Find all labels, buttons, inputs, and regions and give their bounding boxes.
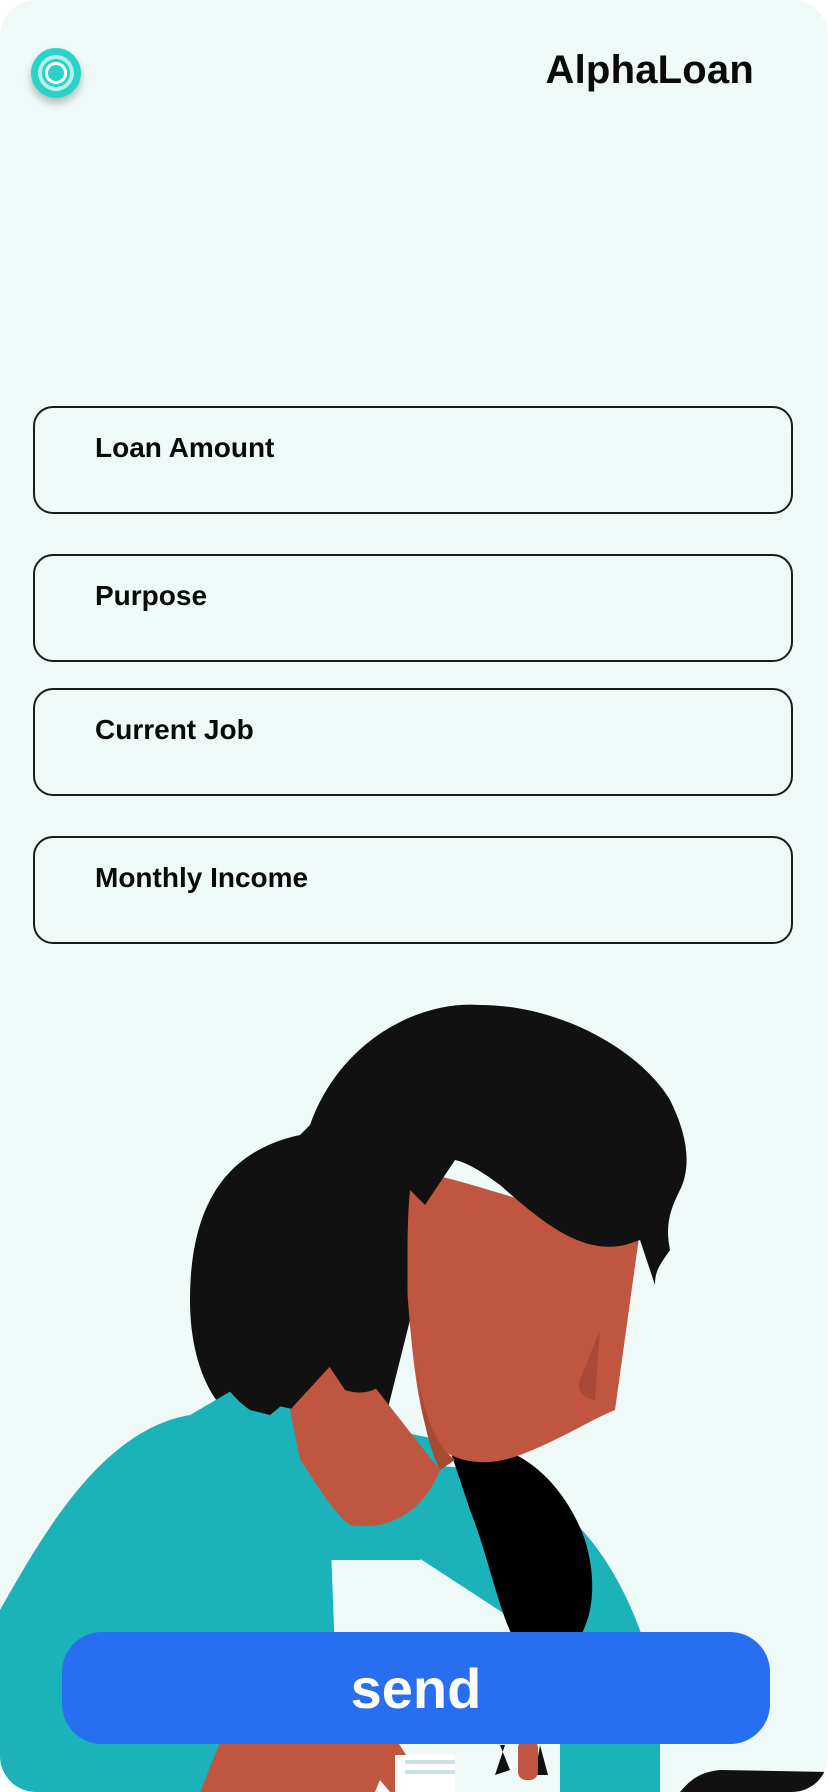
monthly-income-field[interactable]: Monthly Income <box>33 836 793 944</box>
purpose-field[interactable]: Purpose <box>33 554 793 662</box>
purpose-label: Purpose <box>95 580 208 611</box>
app-logo-icon[interactable] <box>31 48 81 98</box>
send-button[interactable]: send <box>62 1632 770 1744</box>
brand-title: AlphaLoan <box>545 48 754 92</box>
monthly-income-label: Monthly Income <box>95 862 309 893</box>
app-screen: AlphaLoan Loan Amount Purpose Current Jo… <box>0 0 828 1792</box>
current-job-label: Current Job <box>95 714 254 745</box>
loan-amount-label: Loan Amount <box>95 432 275 463</box>
current-job-field[interactable]: Current Job <box>33 688 793 796</box>
loan-amount-field[interactable]: Loan Amount <box>33 406 793 514</box>
